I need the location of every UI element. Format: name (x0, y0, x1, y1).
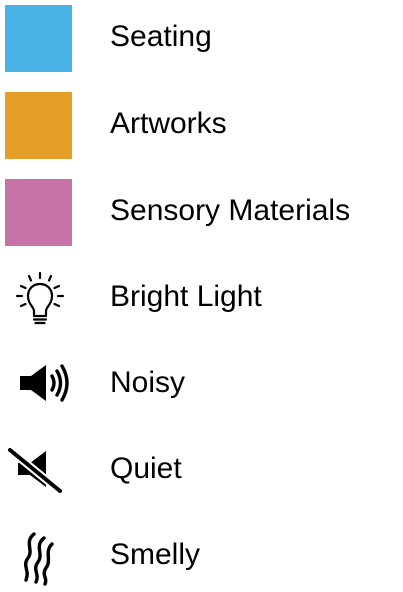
legend-label-smelly: Smelly (110, 538, 201, 571)
sensory-materials-color-swatch (5, 179, 72, 246)
legend-item-quiet: Quiet (0, 434, 403, 504)
legend: Seating Artworks Sensory Materials Brigh… (0, 0, 403, 592)
legend-item-sensory-materials: Sensory Materials (0, 176, 403, 246)
legend-item-smelly: Smelly (0, 520, 403, 590)
legend-label-quiet: Quiet (110, 452, 182, 485)
legend-label-bright-light: Bright Light (110, 280, 262, 313)
artworks-color-swatch (5, 92, 72, 159)
legend-item-artworks: Artworks (0, 89, 403, 159)
legend-item-bright-light: Bright Light (0, 262, 403, 332)
speaker-loud-icon (0, 348, 80, 418)
legend-item-seating: Seating (0, 2, 403, 72)
lightbulb-icon (0, 262, 80, 332)
legend-label-sensory-materials: Sensory Materials (110, 194, 351, 227)
odor-waves-icon (0, 520, 80, 590)
legend-label-seating: Seating (110, 20, 212, 53)
seating-color-swatch (5, 5, 72, 72)
legend-item-noisy: Noisy (0, 348, 403, 418)
legend-label-noisy: Noisy (110, 366, 186, 399)
legend-label-artworks: Artworks (110, 107, 227, 140)
speaker-muted-icon (0, 434, 80, 504)
